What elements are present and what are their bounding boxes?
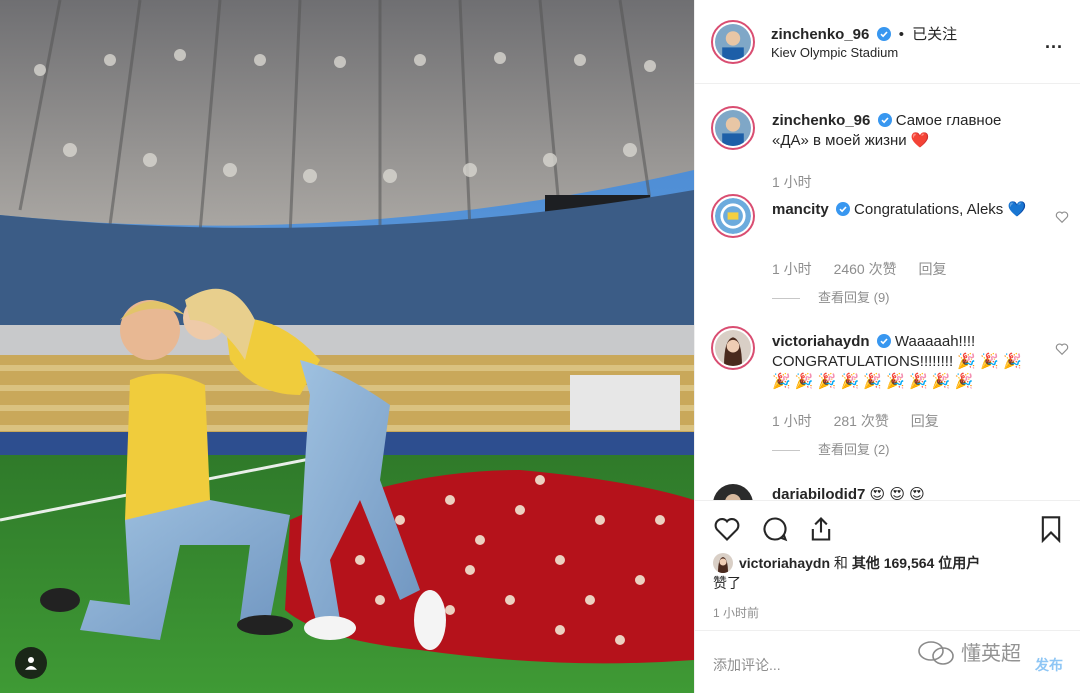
post-header: zinchenko_96 • 已关注 Kiev Olympic Stadium … (695, 0, 1080, 84)
more-options-button[interactable]: ... (1045, 32, 1063, 53)
comment-username[interactable]: mancity (772, 201, 829, 218)
comment-input[interactable]: 添加评论... (713, 655, 781, 675)
commenter-avatar[interactable] (713, 484, 753, 500)
caption-meta: 1 小时 (772, 172, 830, 192)
user-tag-icon (25, 657, 37, 670)
replies-divider (772, 298, 800, 300)
author-username[interactable]: zinchenko_96 (771, 26, 869, 43)
tagged-users-button[interactable] (15, 647, 47, 679)
verified-badge-icon (876, 27, 891, 41)
add-comment-bar: 添加评论... 懂英超 发布 (695, 630, 1080, 693)
post-actions: victoriahaydn 和 其他 169,564 位用户 赞了 1 小时前 (695, 500, 1080, 630)
comment-likes[interactable]: 2460 次赞 (834, 261, 897, 277)
comments-list[interactable]: zinchenko_96 Самое главное «ДА» в моей ж… (695, 84, 1080, 500)
wechat-icon (918, 641, 954, 665)
post-comment-button[interactable]: 发布 (1035, 655, 1063, 675)
likes-suffix: 赞了 (713, 575, 741, 591)
comment-text-block: dariabilodid7 😍 😍 😍 (772, 485, 1042, 500)
view-replies-label: 查看回复 (2) (818, 442, 890, 457)
watermark-text: 懂英超 (961, 643, 1021, 665)
author-avatar[interactable] (711, 20, 755, 64)
post-timestamp[interactable]: 1 小时前 (713, 604, 759, 621)
location-link[interactable]: Kiev Olympic Stadium (771, 45, 898, 60)
replies-divider (772, 450, 800, 452)
comment-text: 😍 😍 😍 (869, 486, 925, 500)
reply-button[interactable]: 回复 (911, 413, 939, 429)
liker-username[interactable]: victoriahaydn (739, 555, 830, 571)
comment-username[interactable]: dariabilodid7 (772, 486, 865, 500)
comment-icon[interactable] (761, 515, 789, 543)
caption-username[interactable]: zinchenko_96 (772, 112, 870, 129)
heart-icon[interactable] (713, 515, 741, 543)
comment-time[interactable]: 1 小时 (772, 261, 812, 277)
likes-summary[interactable]: victoriahaydn 和 其他 169,564 位用户 赞了 (713, 553, 1053, 593)
heart-icon[interactable] (1055, 210, 1069, 224)
view-replies-button[interactable]: 查看回复 (9) (772, 287, 890, 306)
commenter-avatar[interactable] (711, 326, 755, 370)
reply-button[interactable]: 回复 (919, 261, 947, 277)
share-icon[interactable] (807, 515, 835, 543)
caption-text-block: zinchenko_96 Самое главное «ДА» в моей ж… (772, 111, 1042, 151)
bookmark-icon[interactable] (1037, 515, 1065, 543)
proposal-photo (0, 0, 694, 693)
comment-meta: 1 小时 2460 次赞 回复 (772, 259, 965, 279)
verified-badge-icon (877, 113, 892, 127)
follow-status[interactable]: 已关注 (912, 26, 957, 43)
comment-text-block: mancity Congratulations, Aleks 💙 (772, 200, 1042, 220)
commenter-avatar[interactable] (711, 194, 755, 238)
separator-dot: • (898, 26, 904, 43)
comment-meta: 1 小时 281 次赞 回复 (772, 411, 957, 431)
watermark: 懂英超 (917, 637, 1021, 666)
likes-others[interactable]: 其他 169,564 位用户 (852, 555, 980, 571)
comment-text: Congratulations, Aleks 💙 (854, 201, 1027, 218)
liker-avatar (713, 553, 733, 573)
view-replies-label: 查看回复 (9) (818, 290, 890, 305)
likes-connector: 和 (833, 555, 848, 571)
view-replies-button[interactable]: 查看回复 (2) (772, 439, 890, 458)
header-user-line: zinchenko_96 • 已关注 (771, 23, 957, 44)
post-side-panel: zinchenko_96 • 已关注 Kiev Olympic Stadium … (694, 0, 1080, 693)
comment-username[interactable]: victoriahaydn (772, 333, 870, 350)
comment-likes[interactable]: 281 次赞 (834, 413, 889, 429)
heart-icon[interactable] (1055, 342, 1069, 356)
caption-time[interactable]: 1 小时 (772, 174, 812, 190)
post-photo[interactable] (0, 0, 694, 693)
comment-time[interactable]: 1 小时 (772, 413, 812, 429)
comment-text-block: victoriahaydn Waaaaah!!!! CONGRATULATION… (772, 332, 1042, 392)
verified-badge-icon (835, 202, 850, 216)
verified-badge-icon (876, 334, 891, 348)
caption-avatar[interactable] (711, 106, 755, 150)
